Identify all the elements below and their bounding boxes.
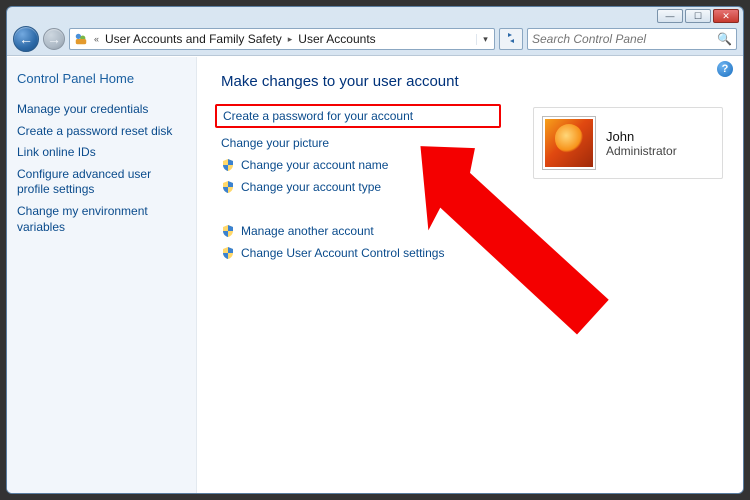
user-type: Administrator [606, 144, 677, 158]
sidebar-link-advanced-profile[interactable]: Configure advanced user profile settings [17, 167, 186, 198]
task-uac-settings[interactable]: Change User Account Control settings [221, 246, 501, 260]
shield-icon [221, 246, 235, 260]
shield-icon [221, 180, 235, 194]
forward-button[interactable]: → [43, 28, 65, 50]
chevron-right-icon: ▸ [286, 34, 295, 45]
task-change-picture-link[interactable]: Change your picture [221, 136, 329, 150]
help-button[interactable]: ? [717, 61, 733, 77]
user-accounts-icon [74, 32, 88, 46]
maximize-button[interactable]: ☐ [685, 9, 711, 23]
sidebar-heading[interactable]: Control Panel Home [17, 71, 186, 86]
help-icon: ? [722, 63, 729, 75]
arrow-left-icon: ← [19, 31, 33, 47]
sidebar-link-env-vars[interactable]: Change my environment variables [17, 204, 186, 235]
sidebar: Control Panel Home Manage your credentia… [7, 57, 197, 493]
avatar-image [545, 119, 593, 167]
user-name: John [606, 129, 677, 144]
task-manage-another-link[interactable]: Manage another account [241, 224, 374, 238]
task-list: Create a password for your account Chang… [221, 104, 501, 260]
task-change-type-link[interactable]: Change your account type [241, 180, 381, 194]
task-create-password-link[interactable]: Create a password for your account [223, 109, 413, 123]
breadcrumb-seg-user-accounts[interactable]: User Accounts [298, 32, 375, 46]
user-card: John Administrator [533, 107, 723, 179]
close-button[interactable]: ✕ [713, 9, 739, 23]
task-change-picture[interactable]: Change your picture [221, 136, 501, 150]
task-change-name[interactable]: Change your account name [221, 158, 501, 172]
shield-icon [221, 224, 235, 238]
sidebar-link-online-ids[interactable]: Link online IDs [17, 145, 186, 161]
task-change-type[interactable]: Change your account type [221, 180, 501, 194]
task-create-password[interactable]: Create a password for your account [215, 104, 501, 128]
address-bar[interactable]: « User Accounts and Family Safety ▸ User… [69, 28, 495, 50]
history-chevron-icon[interactable]: « [92, 34, 101, 44]
avatar-frame [542, 116, 596, 170]
sidebar-link-reset-disk[interactable]: Create a password reset disk [17, 124, 186, 140]
task-manage-another[interactable]: Manage another account [221, 224, 501, 238]
shield-icon [221, 158, 235, 172]
sidebar-link-credentials[interactable]: Manage your credentials [17, 102, 186, 118]
titlebar: — ☐ ✕ [7, 7, 743, 23]
content-area: Control Panel Home Manage your credentia… [7, 56, 743, 493]
back-button[interactable]: ← [13, 26, 39, 52]
control-panel-window: — ☐ ✕ ← → « User Accounts and Family Saf… [6, 6, 744, 494]
breadcrumb-seg-family-safety[interactable]: User Accounts and Family Safety [105, 32, 282, 46]
refresh-button[interactable] [499, 28, 523, 50]
search-icon[interactable]: 🔍 [717, 32, 732, 46]
minimize-button[interactable]: — [657, 9, 683, 23]
page-title: Make changes to your user account [221, 73, 723, 90]
arrow-right-icon: → [47, 31, 61, 47]
address-dropdown-icon[interactable]: ▾ [476, 34, 490, 45]
task-uac-settings-link[interactable]: Change User Account Control settings [241, 246, 444, 260]
task-change-name-link[interactable]: Change your account name [241, 158, 388, 172]
refresh-icon [505, 32, 517, 47]
task-spacer [221, 202, 501, 216]
main-panel: ? Make changes to your user account Crea… [197, 57, 743, 493]
user-info: John Administrator [606, 129, 677, 158]
search-box[interactable]: 🔍 [527, 28, 737, 50]
search-input[interactable] [532, 32, 717, 46]
navbar: ← → « User Accounts and Family Safety ▸ … [7, 23, 743, 55]
